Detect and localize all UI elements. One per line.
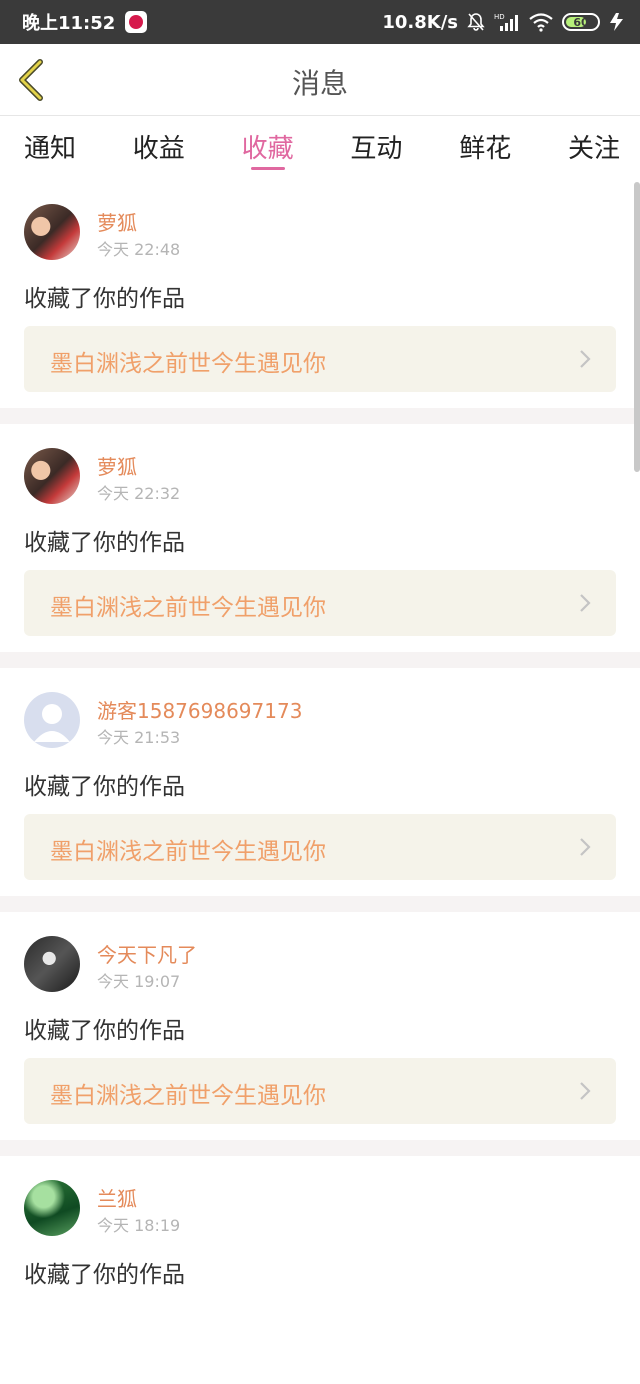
battery-icon: 60	[562, 13, 600, 31]
tab-flowers[interactable]: 鲜花	[459, 116, 511, 180]
tab-notifications[interactable]: 通知	[24, 116, 76, 180]
message-item: 游客1587698697173 今天 21:53 收藏了你的作品 墨白渊浅之前世…	[0, 668, 640, 896]
message-action: 收藏了你的作品	[24, 1018, 185, 1044]
status-bar: 晚上11:52 10.8K/s HD 60	[0, 0, 640, 44]
divider	[0, 408, 640, 424]
avatar[interactable]	[24, 936, 80, 992]
message-action: 收藏了你的作品	[24, 774, 185, 800]
battery-level: 60	[573, 15, 589, 29]
message-time: 今天 21:53	[97, 728, 181, 747]
guest-avatar[interactable]	[24, 692, 80, 748]
app-header: 消息	[0, 44, 640, 116]
work-link[interactable]: 墨白渊浅之前世今生遇见你	[24, 1058, 616, 1124]
message-item: 萝狐 今天 22:32 收藏了你的作品 墨白渊浅之前世今生遇见你	[0, 424, 640, 652]
work-title: 墨白渊浅之前世今生遇见你	[50, 1083, 326, 1109]
tab-interactions[interactable]: 互动	[350, 116, 402, 180]
work-title: 墨白渊浅之前世今生遇见你	[50, 595, 326, 621]
message-item: 今天下凡了 今天 19:07 收藏了你的作品 墨白渊浅之前世今生遇见你	[0, 912, 640, 1140]
message-time: 今天 19:07	[97, 972, 181, 991]
charging-icon	[608, 12, 626, 32]
username[interactable]: 萝狐	[97, 451, 137, 480]
scrollbar[interactable]	[634, 182, 640, 472]
message-item: 兰狐 今天 18:19 收藏了你的作品	[0, 1156, 640, 1384]
tab-favorites[interactable]: 收藏	[242, 116, 294, 180]
tab-earnings[interactable]: 收益	[133, 116, 185, 180]
message-time: 今天 18:19	[97, 1216, 181, 1235]
signal-icon: HD	[494, 12, 520, 32]
svg-text:HD: HD	[494, 13, 505, 21]
username[interactable]: 萝狐	[97, 207, 137, 236]
divider	[0, 896, 640, 912]
status-right: 10.8K/s HD 60	[382, 12, 626, 33]
message-time: 今天 22:32	[97, 484, 181, 503]
message-action: 收藏了你的作品	[24, 1262, 185, 1288]
work-link[interactable]: 墨白渊浅之前世今生遇见你	[24, 814, 616, 880]
tab-bar: 通知 收益 收藏 互动 鲜花 关注	[0, 116, 640, 180]
message-time: 今天 22:48	[97, 240, 181, 259]
message-item: 萝狐 今天 22:48 收藏了你的作品 墨白渊浅之前世今生遇见你	[0, 180, 640, 408]
username[interactable]: 兰狐	[97, 1183, 137, 1212]
chevron-right-icon	[578, 1080, 592, 1106]
username[interactable]: 游客1587698697173	[97, 695, 302, 724]
wifi-icon	[528, 12, 554, 32]
network-speed: 10.8K/s	[382, 11, 458, 33]
work-title: 墨白渊浅之前世今生遇见你	[50, 351, 326, 377]
bell-muted-icon	[466, 12, 486, 32]
tab-follows[interactable]: 关注	[568, 116, 620, 180]
avatar[interactable]	[24, 204, 80, 260]
chevron-right-icon	[578, 592, 592, 618]
message-list: 萝狐 今天 22:48 收藏了你的作品 墨白渊浅之前世今生遇见你 萝狐 今天 2…	[0, 180, 640, 1384]
work-link[interactable]: 墨白渊浅之前世今生遇见你	[24, 326, 616, 392]
divider	[0, 652, 640, 668]
chevron-right-icon	[578, 348, 592, 374]
avatar[interactable]	[24, 448, 80, 504]
work-title: 墨白渊浅之前世今生遇见你	[50, 839, 326, 865]
divider	[0, 1140, 640, 1156]
page-title: 消息	[291, 67, 348, 100]
status-time: 晚上11:52	[22, 13, 116, 34]
chevron-right-icon	[578, 836, 592, 862]
message-action: 收藏了你的作品	[24, 530, 185, 556]
message-action: 收藏了你的作品	[24, 286, 185, 312]
app-notification-icon	[125, 11, 148, 33]
avatar[interactable]	[24, 1180, 80, 1236]
username[interactable]: 今天下凡了	[97, 939, 197, 968]
work-link[interactable]: 墨白渊浅之前世今生遇见你	[24, 570, 616, 636]
